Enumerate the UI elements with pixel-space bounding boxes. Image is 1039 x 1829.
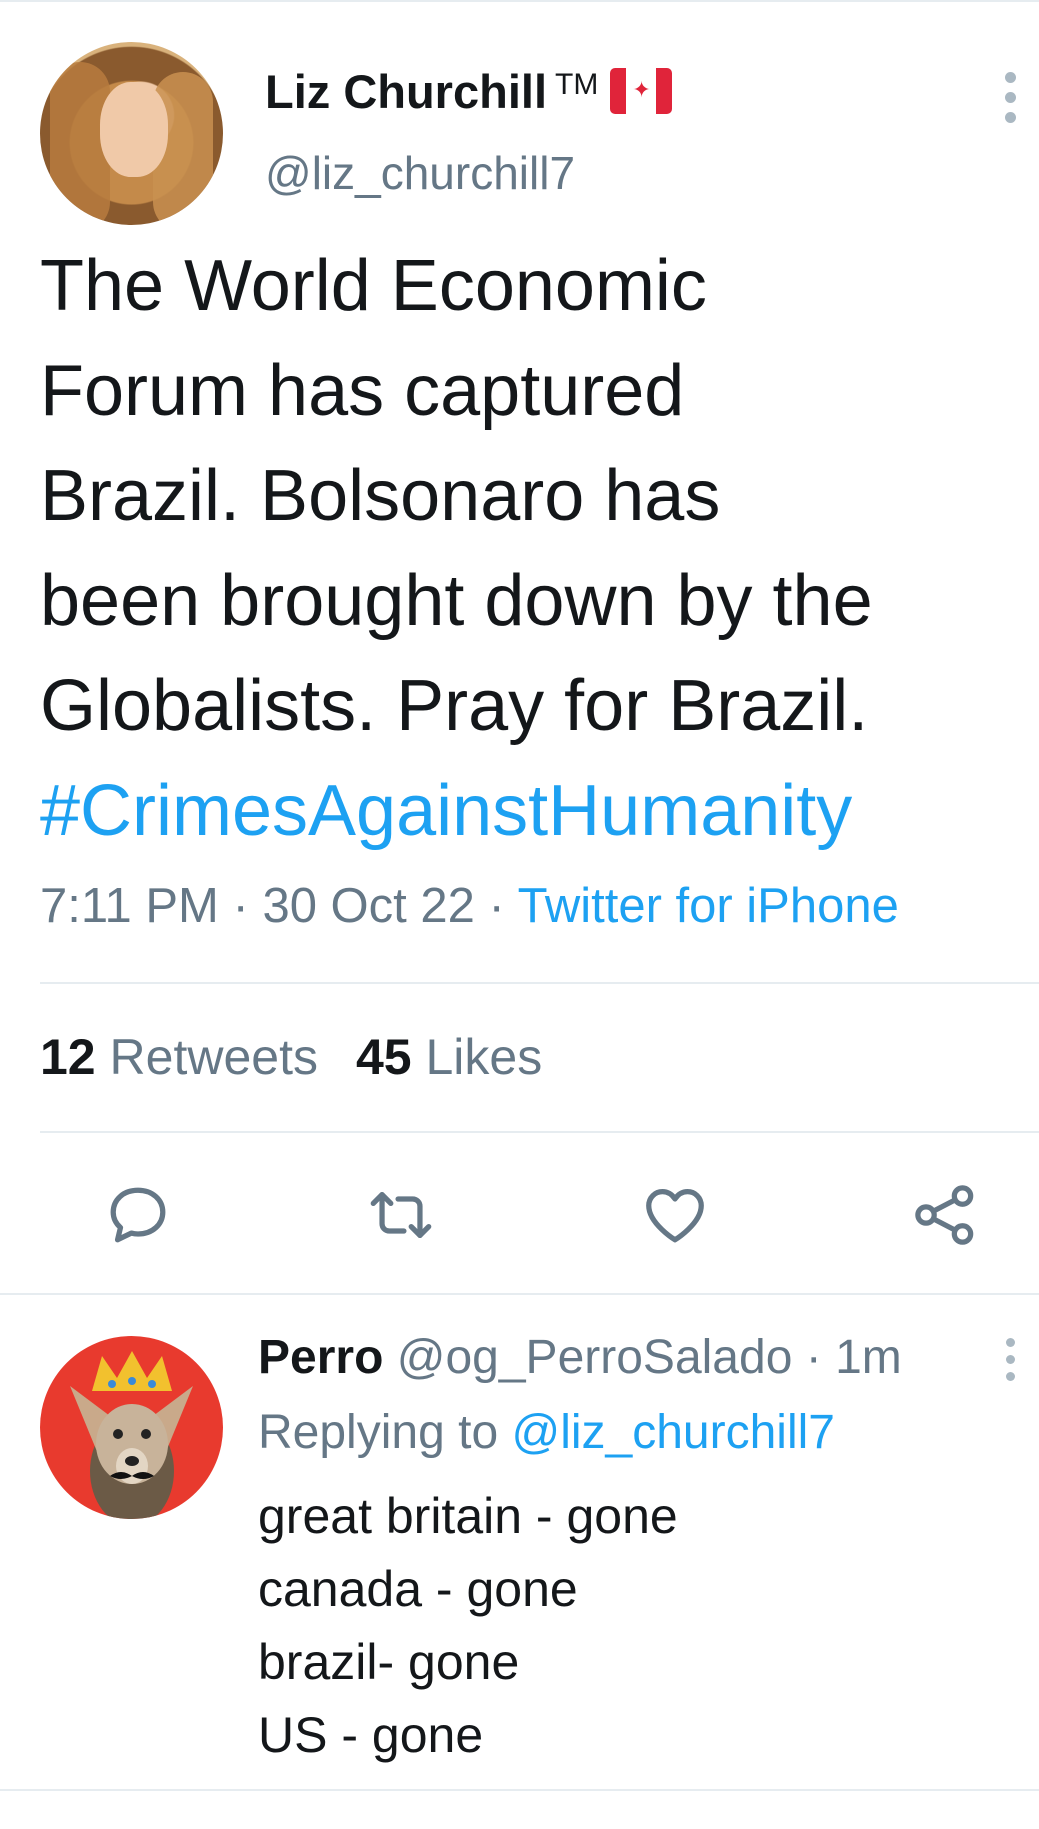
tweet-stats: 12 Retweets 45 Likes: [40, 1028, 542, 1086]
reply-icon: [110, 1187, 166, 1243]
trademark-symbol: TM: [555, 68, 599, 101]
reply-text-line: great britain - gone: [258, 1488, 678, 1544]
author-handle[interactable]: @liz_churchill7: [265, 146, 575, 200]
likes-label: Likes: [425, 1029, 543, 1085]
more-vertical-icon[interactable]: [1000, 72, 1020, 132]
reply-author-handle[interactable]: @og_PerroSalado: [397, 1331, 793, 1384]
heart-icon: [646, 1189, 704, 1243]
share-button[interactable]: [910, 1180, 980, 1250]
canada-flag-icon: ✦: [610, 68, 673, 114]
tweet-source-link[interactable]: Twitter for iPhone: [518, 879, 899, 933]
tweet-meta: 7:11 PM · 30 Oct 22 · Twitter for iPhone: [40, 878, 899, 934]
reply-text-line: brazil- gone: [258, 1634, 520, 1690]
like-button[interactable]: [640, 1180, 710, 1250]
likes-stat[interactable]: 45 Likes: [356, 1029, 542, 1085]
retweets-label: Retweets: [109, 1029, 318, 1085]
reply-text-line: US - gone: [258, 1707, 484, 1763]
author-name[interactable]: Liz Churchill: [265, 65, 547, 118]
reply-header: Perro @og_PerroSalado · 1m: [258, 1330, 902, 1385]
tweet-text-line: been brought down by the: [40, 561, 873, 641]
divider: [0, 1293, 1039, 1295]
replying-to: Replying to @liz_churchill7: [258, 1405, 835, 1460]
tweet-text-line: The World Economic: [40, 246, 707, 326]
replying-mention-link[interactable]: @liz_churchill7: [511, 1406, 835, 1459]
meta-separator: ·: [805, 1331, 822, 1384]
tweet-date: 30 Oct 22: [262, 879, 475, 933]
bottom-divider: [0, 1789, 1039, 1791]
tweet-time: 7:11 PM: [40, 879, 219, 933]
author-name-row[interactable]: Liz Churchill TM ✦: [265, 64, 673, 119]
tweet-text-line: Forum has captured: [40, 351, 685, 431]
divider: [40, 1131, 1039, 1133]
reply-time: 1m: [835, 1331, 902, 1384]
retweets-count: 12: [40, 1029, 96, 1085]
top-divider: [0, 0, 1039, 2]
retweet-button[interactable]: [366, 1180, 436, 1250]
reply-text-line: canada - gone: [258, 1561, 578, 1617]
divider: [40, 982, 1039, 984]
author-avatar[interactable]: [40, 42, 223, 225]
tweet-text-line: Globalists. Pray for Brazil.: [40, 666, 869, 746]
more-vertical-icon[interactable]: [1000, 1338, 1020, 1398]
hashtag-link[interactable]: #CrimesAgainstHumanity: [40, 759, 1010, 864]
retweet-icon: [370, 1191, 432, 1239]
reply-author-avatar[interactable]: [40, 1336, 223, 1519]
reply-text: great britain - gone canada - gone brazi…: [258, 1480, 678, 1772]
share-icon: [915, 1185, 974, 1245]
dog-with-crown-image: [70, 1351, 193, 1519]
reply-button[interactable]: [103, 1180, 173, 1250]
retweets-stat[interactable]: 12 Retweets: [40, 1029, 318, 1085]
reply-author-name[interactable]: Perro: [258, 1331, 383, 1384]
replying-prefix: Replying to: [258, 1406, 499, 1459]
tweet-text: The World Economic Forum has captured Br…: [40, 234, 1010, 864]
meta-separator: ·: [488, 879, 505, 933]
tweet-text-line: Brazil. Bolsonaro has: [40, 456, 721, 536]
meta-separator: ·: [232, 879, 249, 933]
likes-count: 45: [355, 1029, 412, 1085]
